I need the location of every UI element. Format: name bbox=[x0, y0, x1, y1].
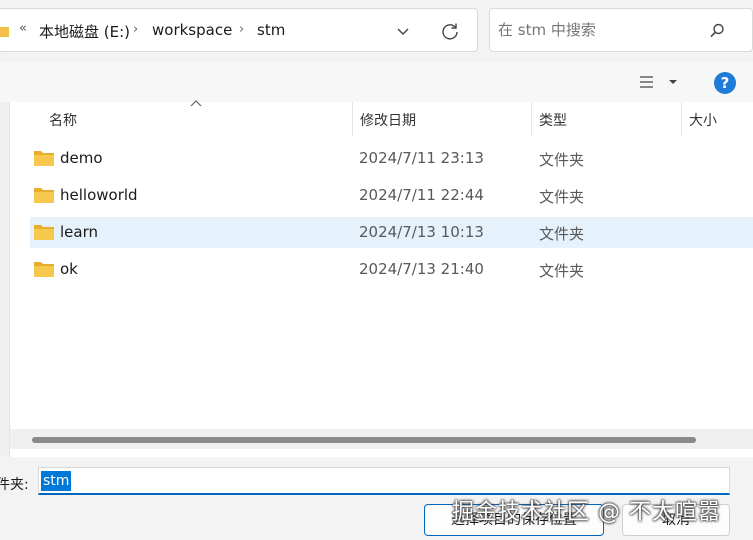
file-name: ok bbox=[60, 260, 78, 278]
folder-name-input[interactable]: stm bbox=[38, 467, 730, 495]
breadcrumb-drive[interactable]: 本地磁盘 (E:) bbox=[39, 21, 130, 42]
dialog-footer: 件夹: stm 选择项目的保存位置 取消 掘金技术社区 @ 不太喧嚣 bbox=[0, 457, 753, 540]
file-date: 2024/7/11 22:44 bbox=[359, 186, 484, 204]
file-list: 名称 修改日期 类型 大小 demo 2024/7/11 23:13 文件夹 h… bbox=[0, 100, 753, 457]
navigation-pane-edge bbox=[0, 102, 10, 457]
file-date: 2024/7/11 23:13 bbox=[359, 149, 484, 167]
breadcrumb-stm[interactable]: stm bbox=[257, 21, 285, 39]
horizontal-scrollbar[interactable] bbox=[10, 429, 753, 449]
column-header-size[interactable]: 大小 bbox=[689, 110, 717, 130]
breadcrumb-workspace[interactable]: workspace bbox=[152, 21, 232, 39]
search-input[interactable] bbox=[498, 19, 708, 41]
file-name: helloworld bbox=[60, 186, 138, 204]
file-type: 文件夹 bbox=[539, 151, 585, 169]
breadcrumb-chevron-icon[interactable]: › bbox=[133, 22, 138, 37]
view-options-icon[interactable] bbox=[640, 74, 680, 92]
column-divider[interactable] bbox=[531, 102, 532, 136]
column-divider[interactable] bbox=[681, 102, 682, 136]
column-divider[interactable] bbox=[352, 102, 353, 136]
folder-name-value[interactable]: stm bbox=[41, 471, 72, 491]
help-button[interactable]: ? bbox=[714, 72, 736, 94]
folder-icon bbox=[34, 225, 54, 240]
scrollbar-thumb[interactable] bbox=[32, 437, 696, 443]
folder-icon bbox=[34, 188, 54, 203]
address-toolbar: « 本地磁盘 (E:) › workspace › stm bbox=[0, 0, 753, 62]
search-box[interactable] bbox=[489, 8, 753, 52]
file-date: 2024/7/13 21:40 bbox=[359, 260, 484, 278]
search-icon[interactable] bbox=[708, 22, 726, 40]
chevron-down-icon[interactable] bbox=[395, 23, 411, 39]
file-row-helloworld[interactable]: helloworld 2024/7/11 22:44 文件夹 bbox=[30, 180, 753, 211]
file-row-demo[interactable]: demo 2024/7/11 23:13 文件夹 bbox=[30, 143, 753, 174]
refresh-icon[interactable] bbox=[440, 21, 460, 41]
file-row-ok[interactable]: ok 2024/7/13 21:40 文件夹 bbox=[30, 254, 753, 285]
column-header-date[interactable]: 修改日期 bbox=[360, 110, 416, 130]
file-date: 2024/7/13 10:13 bbox=[359, 223, 484, 241]
sort-ascending-icon bbox=[190, 100, 202, 107]
breadcrumb-chevron-icon[interactable]: › bbox=[239, 22, 244, 37]
watermark: 掘金技术社区 @ 不太喧嚣 bbox=[452, 500, 721, 525]
folder-icon bbox=[0, 27, 9, 37]
column-header-name[interactable]: 名称 bbox=[49, 110, 77, 130]
file-type: 文件夹 bbox=[539, 225, 585, 243]
file-name: learn bbox=[60, 223, 98, 241]
address-bar[interactable]: « 本地磁盘 (E:) › workspace › stm bbox=[0, 8, 478, 52]
view-toolbar: ? bbox=[0, 62, 753, 102]
breadcrumb-overflow[interactable]: « bbox=[19, 21, 27, 36]
folder-icon bbox=[34, 262, 54, 277]
file-name: demo bbox=[60, 149, 103, 167]
folder-field-label: 件夹: bbox=[0, 477, 29, 493]
file-row-learn[interactable]: learn 2024/7/13 10:13 文件夹 bbox=[30, 217, 753, 248]
file-type: 文件夹 bbox=[539, 188, 585, 206]
folder-icon bbox=[34, 151, 54, 166]
file-type: 文件夹 bbox=[539, 262, 585, 280]
column-header-type[interactable]: 类型 bbox=[539, 110, 567, 130]
column-header-row: 名称 修改日期 类型 大小 bbox=[0, 100, 753, 136]
